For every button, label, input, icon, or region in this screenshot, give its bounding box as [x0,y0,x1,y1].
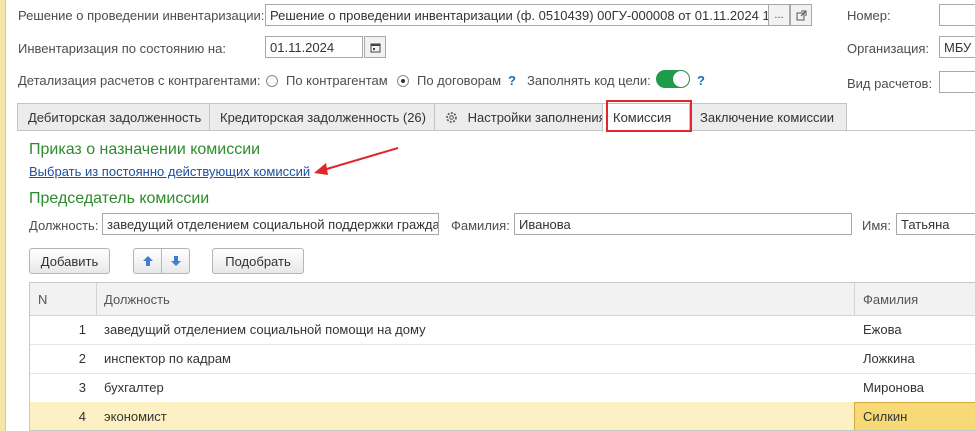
detail-label: Детализация расчетов с контрагентами: [18,73,261,88]
tab-commission-conclusion[interactable]: Заключение комиссии [689,103,847,130]
row-number: 4 [78,409,86,424]
org-label: Организация: [847,41,930,56]
chairman-surname-label: Фамилия: [451,218,510,233]
fill-goal-label: Заполнять код цели: [527,73,651,88]
chairman-name-field[interactable]: Татьяна [896,213,975,235]
tab-fill-settings[interactable]: Настройки заполнения [434,103,606,130]
chairman-position-field[interactable]: заведущий отделением социальной поддержк… [102,213,439,235]
row-number: 3 [78,380,86,395]
decision-label: Решение о проведении инвентаризации: [18,8,265,23]
row-surname: Миронова [863,380,924,395]
row-position: экономист [104,409,167,424]
gear-icon [446,112,457,123]
header-position[interactable]: Должность [104,292,170,307]
row-surname: Ежова [863,322,902,337]
calc-type-field[interactable] [939,71,975,93]
chairman-position-label: Должность: [29,218,99,233]
open-link-icon [796,10,806,20]
radio-by-contracts[interactable] [397,72,409,87]
radio-selected-icon [397,74,409,87]
radio-by-counterparties-label[interactable]: По контрагентам [286,73,388,88]
org-field[interactable]: МБУ [939,36,975,58]
select-commission-link[interactable]: Выбрать из постоянно действующих комисси… [29,164,310,179]
header-divider [96,283,97,315]
commission-table: N Должность Фамилия 1 заведущий отделени… [29,282,975,431]
table-row[interactable]: 1 заведущий отделением социальной помощи… [30,315,975,345]
order-title: Приказ о назначении комиссии [29,141,261,158]
fill-goal-toggle[interactable] [656,70,690,88]
ellipsis-icon: ... [774,9,784,21]
header-divider [854,283,855,315]
active-tab-highlight [606,100,692,132]
table-header: N Должность Фамилия [30,283,975,316]
number-field[interactable] [939,4,975,26]
left-edge-strip [0,0,6,431]
tab-fill-settings-label: Настройки заполнения [467,110,606,125]
radio-by-counterparties[interactable] [266,72,278,87]
chairman-name-label: Имя: [862,218,891,233]
move-down-button[interactable] [161,248,190,274]
radio-icon [266,74,278,87]
row-number: 1 [78,322,86,337]
row-number: 2 [78,351,86,366]
row-surname: Силкин [863,409,908,424]
row-position: заведущий отделением социальной помощи н… [104,322,426,337]
calendar-button[interactable] [364,36,386,58]
tab-receivables[interactable]: Дебиторская задолженность [17,103,210,130]
radio-by-contracts-label[interactable]: По договорам [417,73,501,88]
decision-open-button[interactable] [790,4,812,26]
chairman-title: Председатель комиссии [29,190,210,207]
calendar-icon [370,43,380,52]
calc-type-label: Вид расчетов: [847,76,933,91]
toggle-knob [673,71,689,87]
row-position: бухгалтер [104,380,164,395]
detail-help-icon[interactable]: ? [508,73,516,88]
header-n[interactable]: N [38,292,47,307]
table-row[interactable]: 2 инспектор по кадрам Ложкина [30,344,975,374]
inventory-date-field[interactable]: 01.11.2024 [265,36,363,58]
red-arrow-icon [314,147,399,175]
fill-goal-help-icon[interactable]: ? [697,73,705,88]
tabs-baseline [17,130,975,131]
row-position: инспектор по кадрам [104,351,231,366]
header-surname[interactable]: Фамилия [863,292,918,307]
table-row-selected[interactable]: 4 экономист Силкин [30,402,975,430]
chairman-surname-field[interactable]: Иванова [514,213,852,235]
inventory-date-label: Инвентаризация по состоянию на: [18,41,226,56]
table-row[interactable]: 3 бухгалтер Миронова [30,373,975,403]
pick-button[interactable]: Подобрать [212,248,304,274]
move-up-button[interactable] [133,248,162,274]
decision-field[interactable]: Решение о проведении инвентаризации (ф. … [265,4,769,26]
arrow-down-icon [170,256,181,266]
decision-dropdown-button[interactable]: ... [768,4,790,26]
tab-payables[interactable]: Кредиторская задолженность (26) [209,103,435,130]
row-surname: Ложкина [863,351,915,366]
arrow-up-icon [142,256,153,266]
number-label: Номер: [847,8,891,23]
add-button[interactable]: Добавить [29,248,110,274]
